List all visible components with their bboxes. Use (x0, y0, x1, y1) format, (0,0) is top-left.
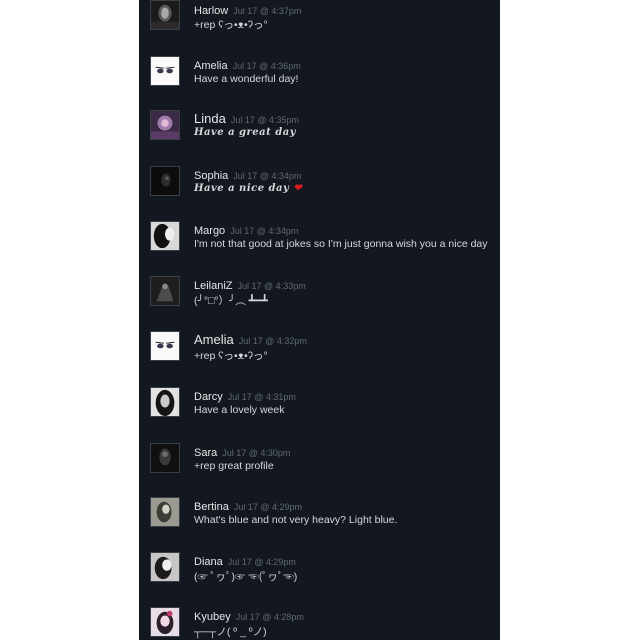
comment-author[interactable]: Amelia (194, 60, 228, 72)
comment-item: Amelia Jul 17 @ 4:32pm +rep ʕっ•ᴥ•ʔっ° (139, 331, 500, 386)
comment-item: Margo Jul 17 @ 4:34pm I'm not that good a… (139, 221, 500, 276)
comment-timestamp[interactable]: Jul 17 @ 4:29pm (228, 557, 296, 567)
comment-author[interactable]: Sophia (194, 170, 228, 182)
comment-text: ┬─┬ノ( º _ ºノ) (194, 626, 267, 638)
avatar[interactable] (150, 56, 180, 86)
comment-text: +rep ʕっ•ᴥ•ʔっ° (194, 350, 268, 362)
avatar[interactable] (150, 607, 180, 637)
avatar[interactable] (150, 221, 180, 251)
avatar[interactable] (150, 552, 180, 582)
avatar[interactable] (150, 166, 180, 196)
avatar[interactable] (150, 497, 180, 527)
heart-icon: ❤ (293, 183, 303, 194)
comment-timestamp[interactable]: Jul 17 @ 4:35pm (231, 115, 299, 125)
comment-text: (╯°□°）╯︵ ┻━┻ (194, 295, 268, 307)
comment-text: +rep ʕっ•ᴥ•ʔっ° (194, 19, 268, 31)
comment-item: Darcy Jul 17 @ 4:31pm Have a lovely week (139, 387, 500, 442)
comment-text: I'm not that good at jokes so I'm just g… (194, 238, 488, 250)
comment-timestamp[interactable]: Jul 17 @ 4:30pm (222, 448, 290, 458)
avatar[interactable] (150, 0, 180, 30)
avatar[interactable] (150, 443, 180, 473)
comment-timestamp[interactable]: Jul 17 @ 4:37pm (233, 6, 301, 16)
comment-text: Have a lovely week (194, 404, 285, 416)
comment-text: +rep great profile (194, 460, 274, 472)
comment-text: Have a nice day ❤ (194, 183, 302, 194)
avatar[interactable] (150, 331, 180, 361)
comment-text-body: Have a nice day (194, 183, 290, 194)
comment-item: Harlow Jul 17 @ 4:37pm +rep ʕっ•ᴥ•ʔっ° (139, 0, 500, 55)
comment-item: Sophia Jul 17 @ 4:34pm Have a nice day ❤ (139, 166, 500, 221)
comment-timestamp[interactable]: Jul 17 @ 4:28pm (236, 612, 304, 622)
comment-text: What's blue and not very heavy? Light bl… (194, 514, 398, 526)
comment-text: Have a wonderful day! (194, 73, 299, 85)
comment-item: Diana Jul 17 @ 4:29pm (☞ ﾟヮﾟ)☞ ☜(ﾟヮﾟ☜) (139, 552, 500, 607)
avatar[interactable] (150, 387, 180, 417)
comment-author[interactable]: Bertina (194, 501, 229, 513)
comment-item: Sara Jul 17 @ 4:30pm +rep great profile (139, 443, 500, 498)
comment-author[interactable]: Amelia (194, 332, 234, 347)
comment-author[interactable]: Linda (194, 111, 226, 126)
comment-author[interactable]: Sara (194, 447, 217, 459)
comment-timestamp[interactable]: Jul 17 @ 4:32pm (239, 336, 307, 346)
comment-text: (☞ ﾟヮﾟ)☞ ☜(ﾟヮﾟ☜) (194, 571, 298, 583)
avatar[interactable] (150, 110, 180, 140)
comment-author[interactable]: LeilaniZ (194, 280, 233, 292)
comment-author[interactable]: Diana (194, 556, 223, 568)
comment-feed: Harlow Jul 17 @ 4:37pm +rep ʕっ•ᴥ•ʔっ° Amel… (139, 0, 500, 640)
avatar[interactable] (150, 276, 180, 306)
comment-text: Have a great day (194, 127, 297, 138)
comment-item: Bertina Jul 17 @ 4:29pm What's blue and n… (139, 497, 500, 552)
comment-timestamp[interactable]: Jul 17 @ 4:36pm (233, 61, 301, 71)
comment-item: Amelia Jul 17 @ 4:36pm Have a wonderful d… (139, 56, 500, 111)
comment-author[interactable]: Kyubey (194, 611, 231, 623)
comment-timestamp[interactable]: Jul 17 @ 4:34pm (233, 171, 301, 181)
comment-author[interactable]: Margo (194, 225, 225, 237)
comment-timestamp[interactable]: Jul 17 @ 4:34pm (230, 226, 298, 236)
comment-author[interactable]: Darcy (194, 391, 223, 403)
comment-item: Kyubey Jul 17 @ 4:28pm ┬─┬ノ( º _ ºノ) (139, 607, 500, 640)
comment-author[interactable]: Harlow (194, 5, 228, 17)
comment-timestamp[interactable]: Jul 17 @ 4:33pm (238, 281, 306, 291)
comment-item: Linda Jul 17 @ 4:35pm Have a great day (139, 110, 500, 165)
comment-item: LeilaniZ Jul 17 @ 4:33pm (╯°□°）╯︵ ┻━┻ (139, 276, 500, 331)
comment-timestamp[interactable]: Jul 17 @ 4:31pm (228, 392, 296, 402)
comment-timestamp[interactable]: Jul 17 @ 4:29pm (234, 502, 302, 512)
